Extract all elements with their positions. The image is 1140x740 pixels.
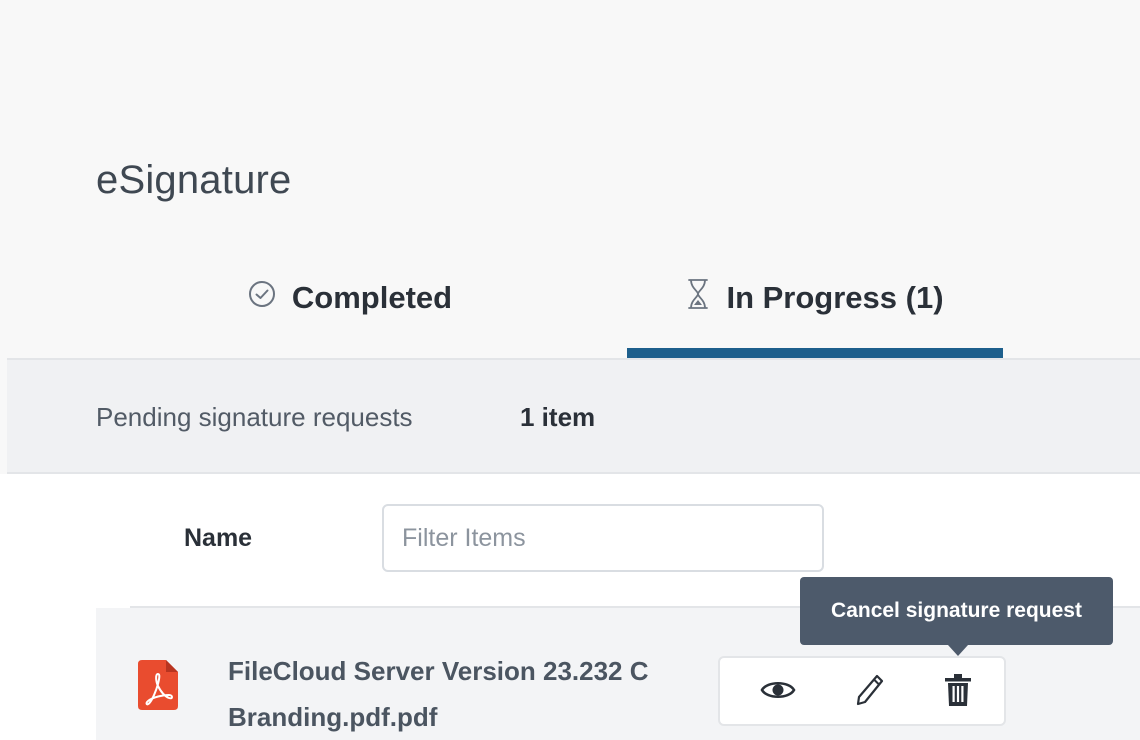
- edit-button[interactable]: [850, 672, 890, 712]
- tab-completed[interactable]: Completed: [190, 262, 510, 358]
- tab-bar: Completed In Progress (1): [0, 262, 1140, 359]
- check-circle-icon: [248, 280, 276, 316]
- file-name-line-2: Branding.pdf.pdf: [228, 702, 438, 732]
- file-name[interactable]: FileCloud Server Version 23.232 C Brandi…: [228, 648, 788, 740]
- filter-input[interactable]: [382, 504, 824, 572]
- pending-label: Pending signature requests: [96, 402, 413, 432]
- eye-icon: [760, 678, 796, 707]
- view-button[interactable]: [758, 672, 798, 712]
- tab-in-progress[interactable]: In Progress (1): [627, 262, 1003, 358]
- pending-count: 1 item: [520, 402, 596, 432]
- tab-in-progress-label: In Progress (1): [726, 280, 944, 315]
- pdf-file-icon: [138, 660, 178, 710]
- name-column-header[interactable]: Name: [184, 524, 252, 553]
- page-title: eSignature: [96, 158, 292, 202]
- tooltip: Cancel signature request: [800, 577, 1113, 645]
- pencil-icon: [855, 673, 885, 712]
- cancel-signature-request-button[interactable]: [938, 672, 978, 712]
- row-actions: [718, 656, 1006, 726]
- pending-summary-bar: Pending signature requests 1 item: [7, 360, 1140, 472]
- hourglass-icon: [686, 278, 710, 318]
- tooltip-arrow: [948, 645, 968, 656]
- file-name-line-1: FileCloud Server Version 23.232 C: [228, 656, 649, 686]
- tab-completed-label: Completed: [291, 280, 453, 315]
- trash-icon: [944, 673, 972, 712]
